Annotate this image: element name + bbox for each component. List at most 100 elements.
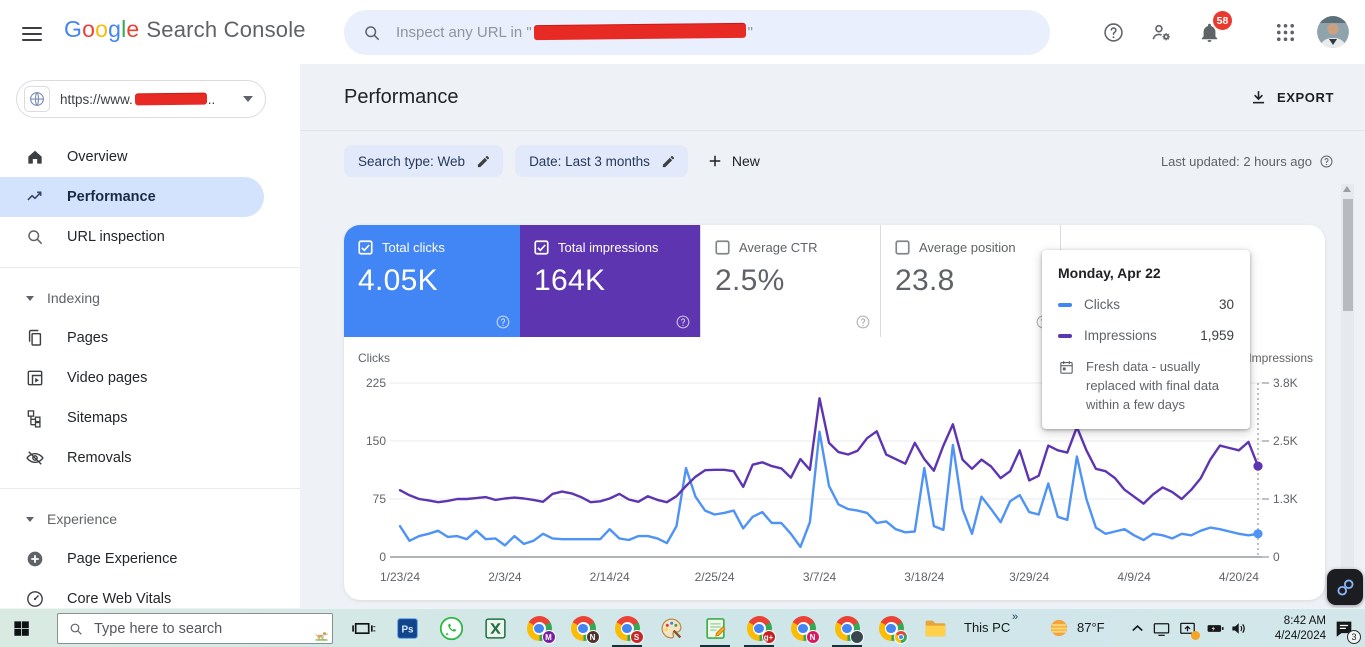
taskbar-app-chrome-profile-photo[interactable] bbox=[825, 609, 869, 647]
sidebar-section-indexing[interactable]: Indexing bbox=[0, 278, 300, 318]
tray-display-icon[interactable] bbox=[1152, 619, 1171, 638]
property-selector[interactable]: https://www... bbox=[16, 80, 266, 118]
download-icon bbox=[1249, 88, 1268, 107]
series-color-dash bbox=[1058, 303, 1072, 307]
taskbar-app-paint[interactable] bbox=[649, 609, 693, 647]
svg-text:0: 0 bbox=[1273, 550, 1280, 564]
checkbox-checked-icon[interactable] bbox=[358, 240, 373, 255]
taskbar-app-chrome-profile-default[interactable] bbox=[869, 609, 913, 647]
taskbar-app-whatsapp[interactable] bbox=[429, 609, 473, 647]
header-divider bbox=[300, 130, 1365, 131]
checkbox-checked-icon[interactable] bbox=[534, 240, 549, 255]
sidebar-item-overview[interactable]: Overview bbox=[0, 137, 300, 177]
taskbar-search-box[interactable]: Type here to search bbox=[57, 613, 333, 644]
metric-card-average-ctr[interactable]: Average CTR2.5% bbox=[700, 225, 880, 337]
hamburger-menu-icon[interactable] bbox=[20, 22, 44, 42]
taskbar-app-chrome-profile-n[interactable]: N bbox=[561, 609, 605, 647]
sidebar-item-label: Pages bbox=[67, 330, 108, 346]
filter-bar: Search type: WebDate: Last 3 months New … bbox=[344, 145, 1334, 177]
sitemaps-icon bbox=[25, 408, 45, 428]
chrome-icon bbox=[879, 616, 904, 641]
scroll-up-arrow-icon[interactable] bbox=[1343, 186, 1351, 192]
chevron-down-icon bbox=[26, 296, 34, 301]
metric-card-average-position[interactable]: Average position23.8 bbox=[880, 225, 1060, 337]
account-avatar[interactable] bbox=[1315, 14, 1351, 50]
tray-battery-icon[interactable] bbox=[1206, 619, 1225, 638]
chrome-icon: S bbox=[615, 616, 640, 641]
taskbar-app-chrome-profile-n2[interactable]: N bbox=[781, 609, 825, 647]
sidebar-item-video-pages[interactable]: Video pages bbox=[0, 358, 300, 398]
help-icon[interactable] bbox=[675, 314, 691, 330]
sidebar: https://www... OverviewPerformanceURL in… bbox=[0, 64, 300, 608]
action-center-button[interactable]: 3 bbox=[1333, 618, 1355, 640]
help-icon[interactable] bbox=[855, 314, 871, 330]
svg-text:75: 75 bbox=[373, 492, 387, 506]
taskbar-app-chrome-profile-s[interactable]: S bbox=[605, 609, 649, 647]
sidebar-item-pages[interactable]: Pages bbox=[0, 318, 300, 358]
link-icon bbox=[1335, 577, 1356, 598]
taskbar-app-task-view[interactable] bbox=[341, 609, 385, 647]
weather-sun-icon[interactable] bbox=[1048, 617, 1070, 639]
tooltip-metric-row: Impressions1,959 bbox=[1058, 328, 1234, 343]
export-button[interactable]: EXPORT bbox=[1249, 88, 1334, 107]
sidebar-item-sitemaps[interactable]: Sitemaps bbox=[0, 398, 300, 438]
chrome-icon: g+ bbox=[747, 616, 772, 641]
taskbar-app-chrome-profile-g[interactable]: g+ bbox=[737, 609, 781, 647]
checkbox-unchecked-icon[interactable] bbox=[715, 240, 730, 255]
svg-text:2/3/24: 2/3/24 bbox=[488, 570, 522, 584]
new-filter-button[interactable]: New bbox=[706, 152, 760, 170]
sidebar-section-experience[interactable]: Experience bbox=[0, 499, 300, 539]
calendar-icon bbox=[1058, 359, 1075, 376]
filter-chip-search-type[interactable]: Search type: Web bbox=[344, 145, 503, 177]
metric-card-total-impressions[interactable]: Total impressions164K bbox=[520, 225, 700, 337]
chrome-icon: N bbox=[571, 616, 596, 641]
sidebar-item-page-experience[interactable]: Page Experience bbox=[0, 539, 300, 579]
profile-badge: N bbox=[586, 630, 600, 644]
pencil-icon bbox=[661, 154, 676, 169]
url-inspect-search-bar[interactable]: Inspect any URL in "" bbox=[344, 10, 1050, 55]
vertical-scrollbar[interactable] bbox=[1341, 184, 1354, 604]
taskbar-app-photoshop[interactable]: Ps bbox=[385, 609, 429, 647]
chip-label: Date: Last 3 months bbox=[529, 154, 650, 169]
help-button[interactable] bbox=[1095, 14, 1131, 50]
filter-chip-date[interactable]: Date: Last 3 months bbox=[515, 145, 688, 177]
google-apps-button[interactable] bbox=[1267, 14, 1303, 50]
taskbar-apps: PsMNSg+N bbox=[341, 609, 957, 647]
sidebar-item-removals[interactable]: Removals bbox=[0, 438, 300, 478]
taskbar-search-placeholder: Type here to search bbox=[94, 621, 222, 637]
help-icon[interactable] bbox=[1319, 154, 1334, 169]
taskbar-clock[interactable]: 8:42 AM 4/24/2024 bbox=[1254, 614, 1326, 644]
paint-icon bbox=[659, 616, 684, 641]
sidebar-item-performance[interactable]: Performance bbox=[0, 177, 264, 217]
taskbar-overflow-chevron[interactable]: » bbox=[1012, 611, 1017, 623]
help-icon[interactable] bbox=[495, 314, 511, 330]
notification-count-badge: 58 bbox=[1213, 11, 1232, 30]
link-extension-button[interactable] bbox=[1327, 569, 1363, 605]
redaction-scribble bbox=[135, 92, 207, 105]
user-settings-icon bbox=[1150, 21, 1173, 44]
taskbar-app-excel[interactable] bbox=[473, 609, 517, 647]
tray-chevron-up-icon[interactable] bbox=[1128, 619, 1147, 638]
checkbox-unchecked-icon[interactable] bbox=[895, 240, 910, 255]
tray-screenshare-icon[interactable] bbox=[1178, 619, 1197, 638]
metric-card-total-clicks[interactable]: Total clicks4.05K bbox=[344, 225, 520, 337]
user-settings-button[interactable] bbox=[1143, 14, 1179, 50]
sidebar-item-label: Page Experience bbox=[67, 551, 177, 567]
this-pc-label[interactable]: This PC bbox=[964, 620, 1010, 635]
chart-tooltip: Monday, Apr 22 Clicks30Impressions1,959 … bbox=[1042, 250, 1250, 429]
top-app-bar: GoogleSearch Console Inspect any URL in … bbox=[0, 0, 1365, 64]
taskbar-app-kate[interactable] bbox=[693, 609, 737, 647]
metric-value: 4.05K bbox=[358, 264, 506, 298]
tray-volume-icon[interactable] bbox=[1230, 619, 1249, 638]
svg-text:2/25/24: 2/25/24 bbox=[695, 570, 735, 584]
svg-text:3/29/24: 3/29/24 bbox=[1009, 570, 1049, 584]
taskbar-app-chrome-profile-m[interactable]: M bbox=[517, 609, 561, 647]
notifications-button[interactable]: 58 bbox=[1191, 14, 1227, 50]
scrollbar-thumb[interactable] bbox=[1343, 199, 1353, 311]
performance-icon bbox=[25, 187, 45, 207]
sidebar-nav: OverviewPerformanceURL inspection Indexin… bbox=[0, 137, 300, 619]
sidebar-item-url-inspection[interactable]: URL inspection bbox=[0, 217, 300, 257]
weather-temperature[interactable]: 87°F bbox=[1077, 620, 1105, 635]
taskbar-app-file-explorer[interactable] bbox=[913, 609, 957, 647]
start-button[interactable] bbox=[12, 619, 31, 638]
